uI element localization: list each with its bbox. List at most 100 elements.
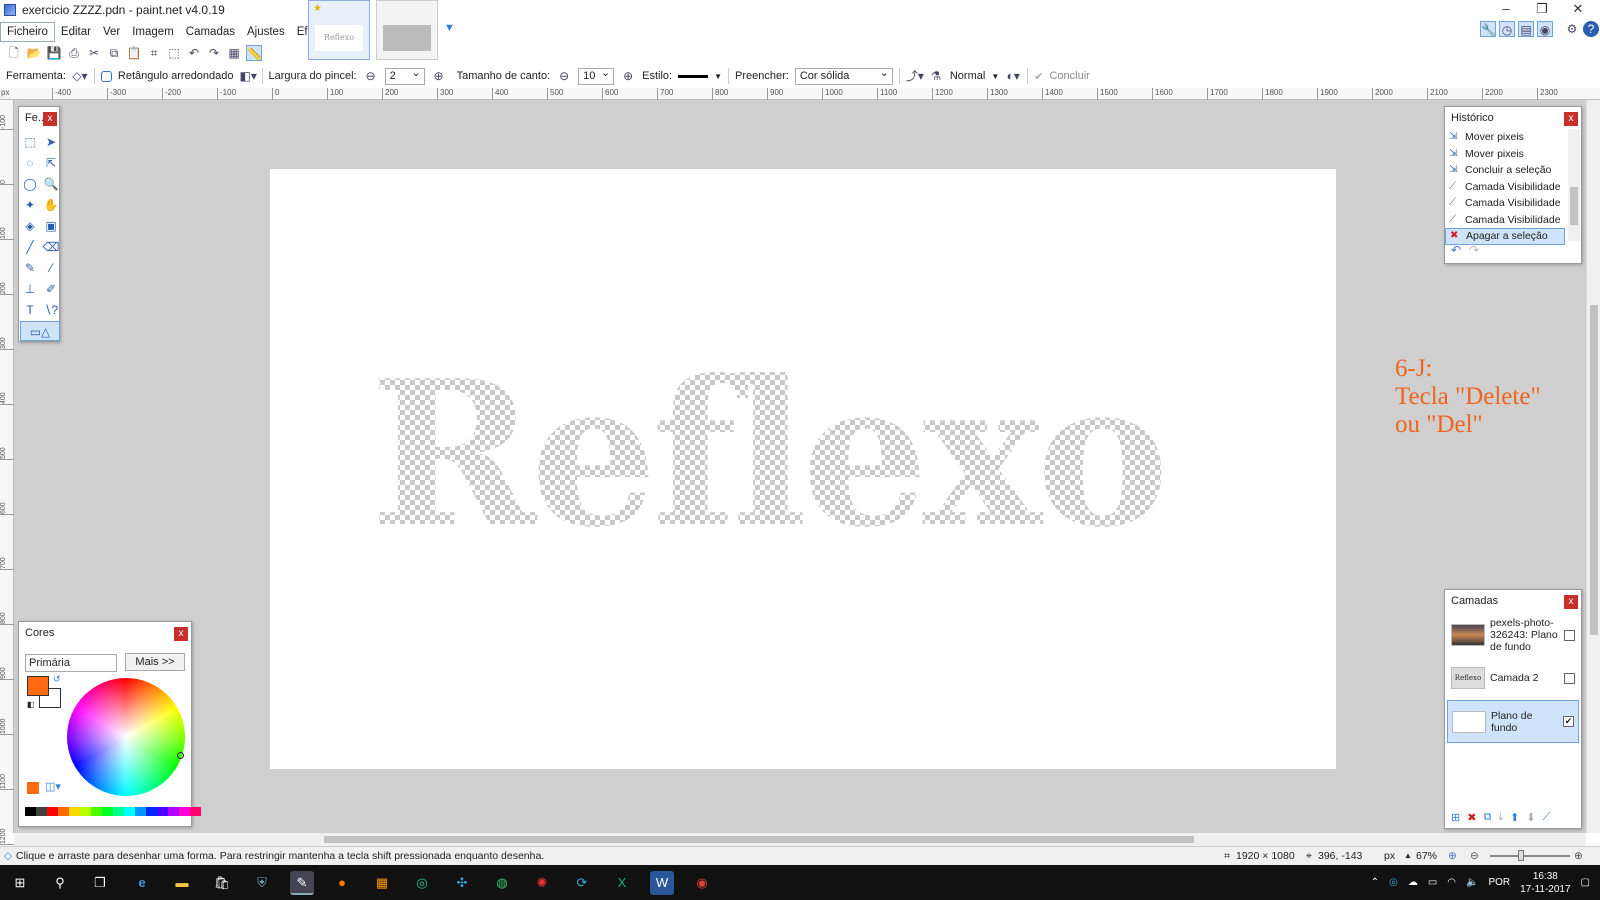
menu-ver[interactable]: Ver: [97, 23, 126, 41]
security-app-icon[interactable]: ⛨: [250, 871, 274, 895]
blend-dropdown-icon[interactable]: ▼: [991, 72, 999, 81]
layers-window-toggle-icon[interactable]: ▤: [1518, 21, 1534, 37]
units-dropdown-icon[interactable]: ▲: [1404, 847, 1412, 865]
color-wheel[interactable]: [67, 678, 185, 796]
recolor-tool-icon[interactable]: ✐: [41, 279, 61, 299]
firefox-icon[interactable]: ●: [330, 871, 354, 895]
layer-visibility-checkbox[interactable]: [1564, 672, 1575, 684]
pan-tool-icon[interactable]: ✋: [41, 195, 61, 215]
history-scrollbar[interactable]: [1568, 129, 1580, 241]
palette-swatch[interactable]: [168, 807, 179, 816]
menu-ajustes[interactable]: Ajustes: [241, 23, 291, 41]
history-scroll-thumb[interactable]: [1570, 187, 1578, 225]
zoom-in-icon[interactable]: ⊕: [1574, 847, 1583, 865]
duplicate-layer-icon[interactable]: ⧉: [1483, 811, 1491, 824]
zoom-level[interactable]: 67%: [1416, 847, 1437, 865]
increase-corner-icon[interactable]: ⊕: [620, 68, 636, 84]
menu-imagem[interactable]: Imagem: [126, 23, 180, 41]
zoom-slider-thumb[interactable]: [1518, 850, 1524, 861]
color-picker-tool-icon[interactable]: ⁄: [41, 258, 61, 278]
history-item[interactable]: ⟋ Camada Visibilidade: [1445, 179, 1565, 196]
windows-start-icon[interactable]: ⊞: [8, 871, 32, 895]
palette-swatch[interactable]: [80, 807, 91, 816]
shape-draw-mode-icon[interactable]: ◧▾: [240, 68, 257, 84]
history-close-button[interactable]: x: [1564, 112, 1578, 126]
palette-swatch[interactable]: [69, 807, 80, 816]
move-layer-down-icon[interactable]: ⬇: [1526, 811, 1535, 824]
paste-icon[interactable]: 📋: [126, 45, 142, 61]
rulers-icon[interactable]: 📏: [246, 45, 262, 61]
redo-icon[interactable]: ↷: [206, 45, 222, 61]
vertical-scrollbar[interactable]: [1586, 100, 1600, 833]
palette-swatch[interactable]: [135, 807, 146, 816]
grid-icon[interactable]: ▦: [226, 45, 242, 61]
copy-icon[interactable]: ⧉: [106, 45, 122, 61]
history-window-toggle-icon[interactable]: ◷: [1499, 21, 1515, 37]
tray-app-icon[interactable]: ◎: [1389, 877, 1398, 888]
search-icon[interactable]: ⚲: [48, 871, 72, 895]
palette-swatch[interactable]: [58, 807, 69, 816]
close-window-button[interactable]: ✕: [1560, 0, 1596, 20]
history-undo-icon[interactable]: ↶: [1451, 243, 1461, 257]
palette-swatch[interactable]: [102, 807, 113, 816]
file-explorer-icon[interactable]: ▬: [170, 871, 194, 895]
pencil-tool-icon[interactable]: ✎: [20, 258, 40, 278]
print-icon[interactable]: ⎙: [66, 45, 82, 61]
volume-icon[interactable]: 🔈: [1466, 877, 1478, 888]
app-sync-icon[interactable]: ⟳: [570, 871, 594, 895]
chrome-icon[interactable]: ◉: [690, 871, 714, 895]
palette-menu-icon[interactable]: ◫▾: [45, 780, 61, 793]
colors-close-button[interactable]: x: [174, 627, 188, 641]
color-mode-dropdown[interactable]: Primária: [25, 654, 117, 672]
magic-wand-tool-icon[interactable]: ✦: [20, 195, 40, 215]
deselect-icon[interactable]: ⬚: [166, 45, 182, 61]
app-circle-icon[interactable]: ◍: [490, 871, 514, 895]
layer-properties-icon[interactable]: ⟋: [1543, 811, 1551, 824]
more-colors-button[interactable]: Mais >>: [125, 653, 185, 671]
tray-expand-icon[interactable]: ⌃: [1371, 877, 1379, 888]
task-view-icon[interactable]: ❐: [88, 871, 112, 895]
settings-gear-icon[interactable]: ⚙: [1564, 21, 1580, 37]
palette-swatch[interactable]: [47, 807, 58, 816]
palette-swatch[interactable]: [146, 807, 157, 816]
cut-icon[interactable]: ✂: [86, 45, 102, 61]
shapes-tool-icon[interactable]: ▭△: [20, 321, 60, 341]
paintnet-taskbar-icon[interactable]: ✎: [290, 871, 314, 895]
palette-swatch[interactable]: [36, 807, 47, 816]
delete-layer-icon[interactable]: ✖: [1467, 811, 1476, 824]
apps-grid-icon[interactable]: ▦: [370, 871, 394, 895]
zoom-to-window-icon[interactable]: ⊕: [1448, 847, 1457, 865]
tools-window-toggle-icon[interactable]: 🔧: [1480, 21, 1496, 37]
paintbrush-tool-icon[interactable]: ╱: [20, 237, 40, 257]
open-file-icon[interactable]: 📂: [26, 45, 42, 61]
ellipse-select-tool-icon[interactable]: ◯: [20, 174, 40, 194]
help-icon[interactable]: ?: [1583, 21, 1599, 37]
restore-button[interactable]: ❐: [1524, 0, 1560, 20]
layer-visibility-checkbox[interactable]: ✔: [1563, 716, 1574, 727]
store-icon[interactable]: 🛍: [210, 871, 234, 895]
layer-visibility-checkbox[interactable]: [1564, 629, 1575, 641]
move-layer-up-icon[interactable]: ⬆: [1510, 811, 1519, 824]
text-tool-icon[interactable]: T: [20, 300, 40, 320]
eraser-tool-icon[interactable]: ⌫: [41, 237, 61, 257]
palette-swatch[interactable]: [25, 807, 36, 816]
excel-icon[interactable]: X: [610, 871, 634, 895]
app-network-icon[interactable]: ✣: [450, 871, 474, 895]
new-file-icon[interactable]: 🗋: [6, 45, 22, 61]
merge-layer-down-icon[interactable]: ⤓: [1498, 811, 1503, 824]
rect-select-tool-icon[interactable]: ⬚: [20, 132, 40, 152]
tray-cloud-icon[interactable]: ☁: [1408, 877, 1418, 888]
vertical-scroll-thumb[interactable]: [1590, 305, 1598, 635]
layer-row[interactable]: Reflexo Camada 2: [1447, 657, 1579, 700]
move-selected-tool-icon[interactable]: ➤: [41, 132, 61, 152]
units-dropdown[interactable]: px: [1384, 847, 1395, 865]
save-icon[interactable]: 💾: [46, 45, 62, 61]
decrease-width-icon[interactable]: ⊖: [363, 68, 379, 84]
primary-color-swatch[interactable]: [27, 676, 49, 696]
paint-bucket-tool-icon[interactable]: ◈: [20, 216, 40, 236]
gradient-tool-icon[interactable]: ▣: [41, 216, 61, 236]
horizontal-scroll-thumb[interactable]: [324, 836, 1194, 843]
zoom-tool-icon[interactable]: 🔍: [41, 174, 61, 194]
history-item[interactable]: ⇲ Mover pixeis: [1445, 129, 1565, 146]
undo-icon[interactable]: ↶: [186, 45, 202, 61]
